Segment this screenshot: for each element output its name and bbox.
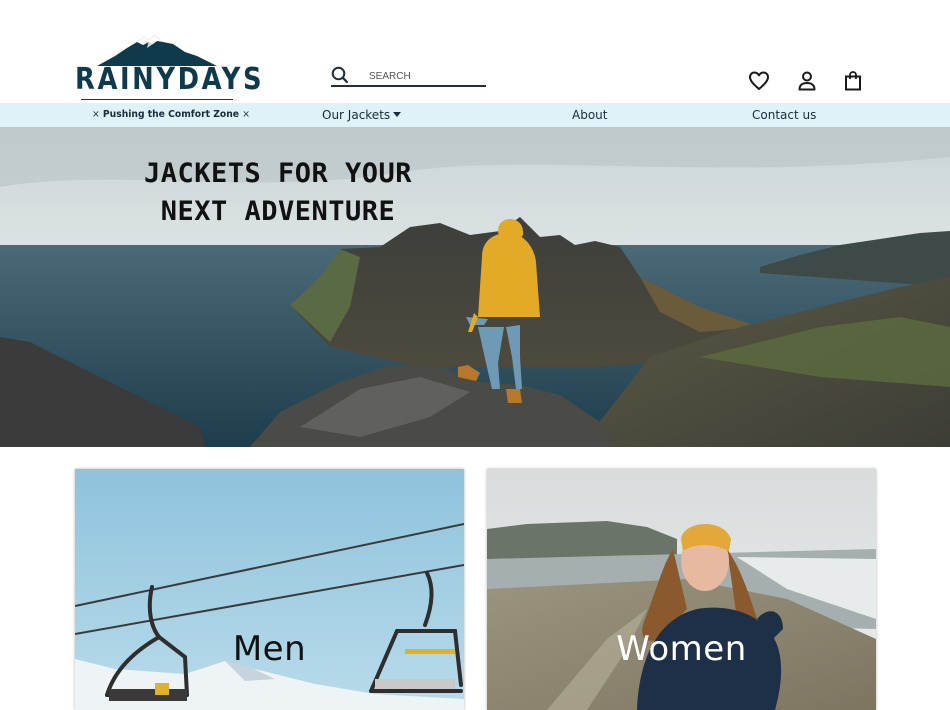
site-header: RAINYDAYS (0, 0, 950, 103)
logo-underline (81, 99, 233, 100)
women-category-image (487, 469, 876, 710)
nav-our-jackets[interactable]: Our Jackets (322, 108, 402, 122)
nav-contact-us[interactable]: Contact us (752, 108, 816, 122)
category-card-men[interactable]: Men (75, 469, 464, 710)
heart-icon[interactable] (748, 70, 770, 92)
tagline-text: Pushing the Comfort Zone (102, 109, 240, 120)
hero-title: JACKETS FOR YOUR NEXT ADVENTURE (138, 155, 418, 231)
brand-wordmark: RAINYDAYS (75, 62, 265, 97)
category-label-men: Men (232, 629, 307, 669)
shopping-bag-icon[interactable] (842, 70, 864, 92)
search-icon[interactable] (331, 66, 349, 84)
hero-banner: JACKETS FOR YOUR NEXT ADVENTURE (0, 127, 950, 447)
nav-about[interactable]: About (572, 108, 607, 122)
men-category-image (75, 469, 464, 710)
hero-title-line-1: JACKETS FOR YOUR (143, 158, 413, 189)
caret-down-icon (393, 112, 402, 117)
brand-logo[interactable]: RAINYDAYS (75, 34, 265, 104)
main-nav: × Pushing the Comfort Zone × Our Jackets… (0, 103, 950, 127)
search-bar (331, 66, 486, 87)
category-card-women[interactable]: Women (487, 469, 876, 710)
user-icon[interactable] (796, 70, 818, 92)
tagline-mark-right: × (242, 109, 250, 120)
tagline-mark-left: × (92, 109, 100, 120)
category-label-women: Women (616, 629, 747, 669)
search-input[interactable] (369, 68, 481, 84)
nav-our-jackets-label: Our Jackets (322, 108, 391, 122)
tagline: × Pushing the Comfort Zone × (92, 109, 250, 120)
hero-title-line-2: NEXT ADVENTURE (160, 196, 396, 227)
